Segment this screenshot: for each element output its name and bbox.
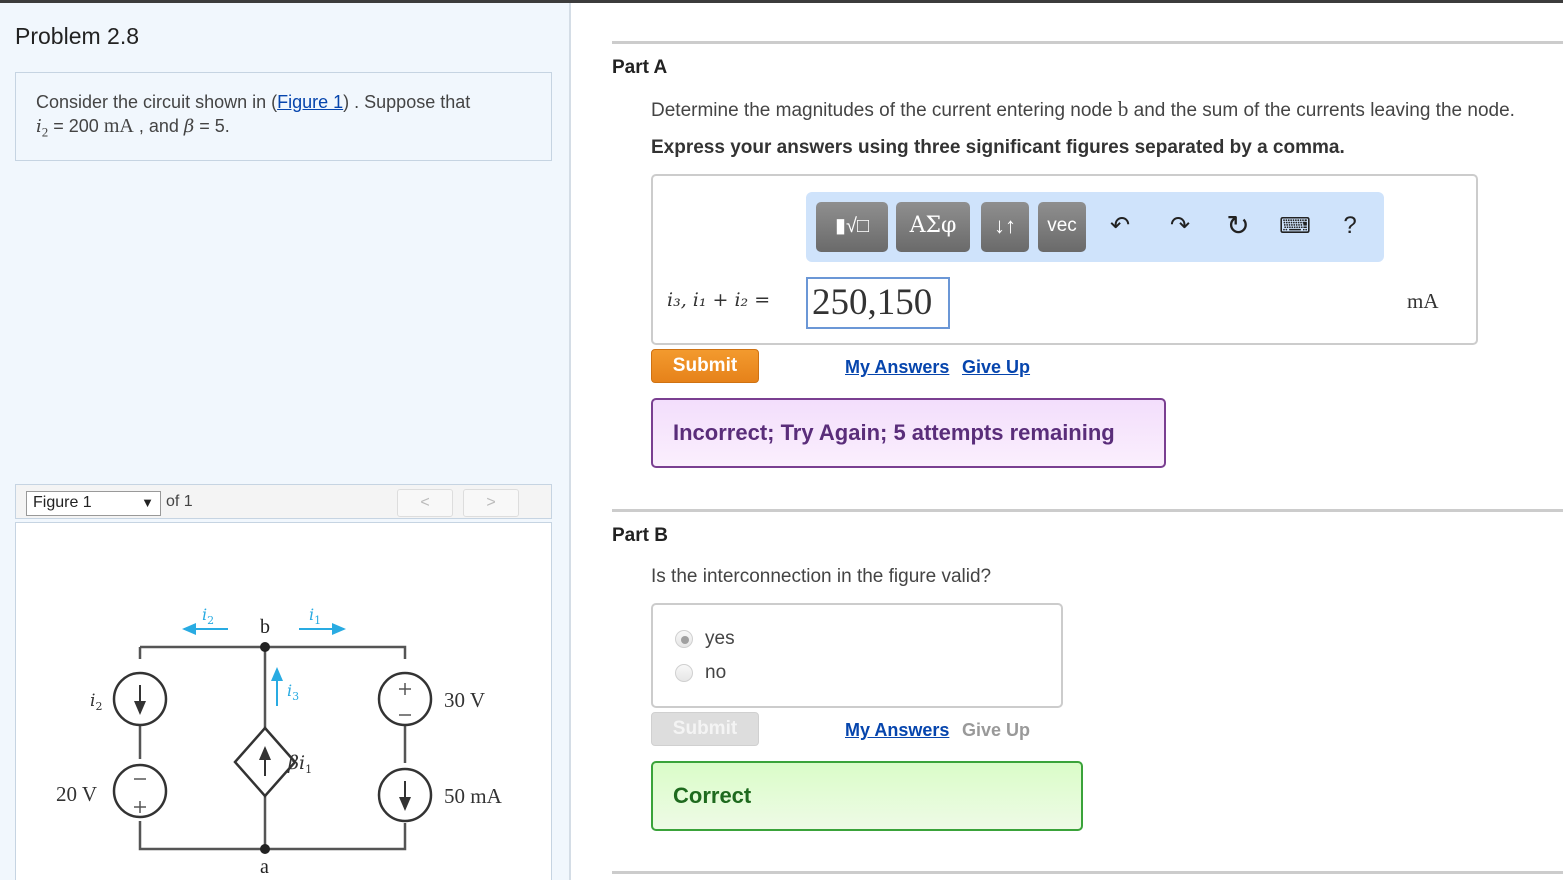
problem-title: Problem 2.8	[15, 23, 140, 49]
beta-value: = 5.	[194, 116, 230, 136]
circuit-diagram: i2 i1 i3 b a i2 20 V 30 V 50 mA βi1	[56, 605, 503, 878]
divider	[612, 509, 1563, 512]
label-i2-source: i2	[90, 691, 102, 713]
templates-button[interactable]: ▮√□	[816, 202, 888, 252]
part-b-feedback: Correct	[651, 761, 1083, 831]
radio-yes[interactable]	[675, 630, 693, 648]
part-a-instruction: Express your answers using three signifi…	[651, 137, 1345, 158]
label-i1-arrow: i1	[309, 605, 321, 627]
redo-icon[interactable]: ↷	[1164, 210, 1196, 242]
part-b-submit-button[interactable]: Submit	[651, 712, 759, 746]
node-a-dot	[260, 844, 270, 854]
answer-label: i₃, i₁ + i₂ =	[667, 289, 771, 311]
question-text-after: and the sum of the currents leaving the …	[1128, 100, 1515, 121]
vec-button[interactable]: vec	[1038, 202, 1086, 252]
part-a-give-up-link[interactable]: Give Up	[962, 357, 1030, 378]
divider	[612, 871, 1563, 874]
parts-panel: Part A Determine the magnitudes of the c…	[573, 3, 1563, 880]
dropdown-caret-icon: ▼	[141, 495, 154, 510]
part-b-question: Is the interconnection in the figure val…	[651, 566, 992, 587]
beta-symbol: β	[183, 116, 195, 137]
part-b-give-up-link: Give Up	[962, 720, 1031, 740]
greek-button[interactable]: ΑΣφ	[896, 202, 970, 252]
given-rest: , and	[133, 116, 184, 136]
problem-panel: Problem 2.8 Consider the circuit shown i…	[0, 3, 571, 880]
wire-top-left	[138, 645, 265, 659]
answer-unit: mA	[1407, 289, 1439, 313]
label-i2-arrow: i2	[202, 605, 214, 627]
label-30v: 30 V	[444, 688, 485, 712]
label-node-a: a	[260, 856, 269, 878]
given-unit: mA	[103, 115, 134, 137]
figure-link[interactable]: Figure 1	[277, 92, 343, 112]
voltage-source-30v	[377, 671, 433, 727]
option-yes[interactable]: yes	[675, 626, 735, 652]
question-node: b	[1117, 97, 1129, 121]
label-dependent-source: βi1	[287, 752, 312, 776]
figure-area: i2 i1 i3 b a i2 20 V 30 V 50 mA βi1	[15, 522, 552, 880]
figure-select-value: Figure 1	[33, 494, 92, 511]
part-a-title: Part A	[612, 57, 668, 78]
label-i3-arrow: i3	[287, 681, 299, 703]
undo-icon[interactable]: ↶	[1104, 210, 1136, 242]
wire-right-bottom	[265, 823, 407, 851]
part-a-my-answers-link[interactable]: My Answers	[845, 357, 949, 378]
option-no-label: no	[705, 662, 727, 683]
figure-navigation: Figure 1 ▼ of 1 < >	[15, 484, 552, 519]
part-a-submit-button[interactable]: Submit	[651, 349, 759, 383]
part-a-feedback: Incorrect; Try Again; 5 attempts remaini…	[651, 398, 1166, 468]
figure-select[interactable]: Figure 1 ▼	[26, 491, 161, 516]
radio-no[interactable]	[675, 664, 693, 682]
prev-figure-button[interactable]: <	[397, 489, 453, 517]
answer-box: ▮√□ ΑΣφ ↓↑ vec ↶ ↷ ↻ ⌨ ? i₃, i₁ + i₂ = 2…	[651, 174, 1478, 345]
wire-left-bottom	[138, 821, 265, 851]
part-a-question: Determine the magnitudes of the current …	[651, 97, 1515, 122]
arrows-button[interactable]: ↓↑	[981, 202, 1029, 252]
answer-input[interactable]: 250,150	[806, 277, 950, 329]
intro-text-after: ) . Suppose that	[343, 92, 471, 112]
divider	[612, 41, 1563, 44]
label-node-b: b	[260, 616, 270, 638]
option-no[interactable]: no	[675, 660, 726, 686]
node-b-dot	[260, 642, 270, 652]
reset-icon[interactable]: ↻	[1222, 210, 1254, 242]
label-20v: 20 V	[56, 782, 97, 806]
intro-text: Consider the circuit shown in (	[36, 92, 278, 112]
question-text: Determine the magnitudes of the current …	[651, 100, 1118, 121]
figure-count: of 1	[166, 493, 193, 510]
label-50ma: 50 mA	[444, 784, 503, 808]
option-yes-label: yes	[705, 628, 735, 649]
wire-top-right	[265, 645, 407, 659]
next-figure-button[interactable]: >	[463, 489, 519, 517]
part-b-my-answers-link[interactable]: My Answers	[845, 720, 949, 741]
keyboard-icon[interactable]: ⌨	[1279, 210, 1311, 242]
part-b-title: Part B	[612, 525, 668, 546]
part-b-options: yes no	[651, 603, 1063, 708]
given-eq: = 200	[48, 116, 104, 136]
help-icon[interactable]: ?	[1334, 210, 1366, 242]
math-toolbar: ▮√□ ΑΣφ ↓↑ vec ↶ ↷ ↻ ⌨ ?	[806, 192, 1384, 262]
problem-statement: Consider the circuit shown in (Figure 1)…	[15, 72, 552, 161]
